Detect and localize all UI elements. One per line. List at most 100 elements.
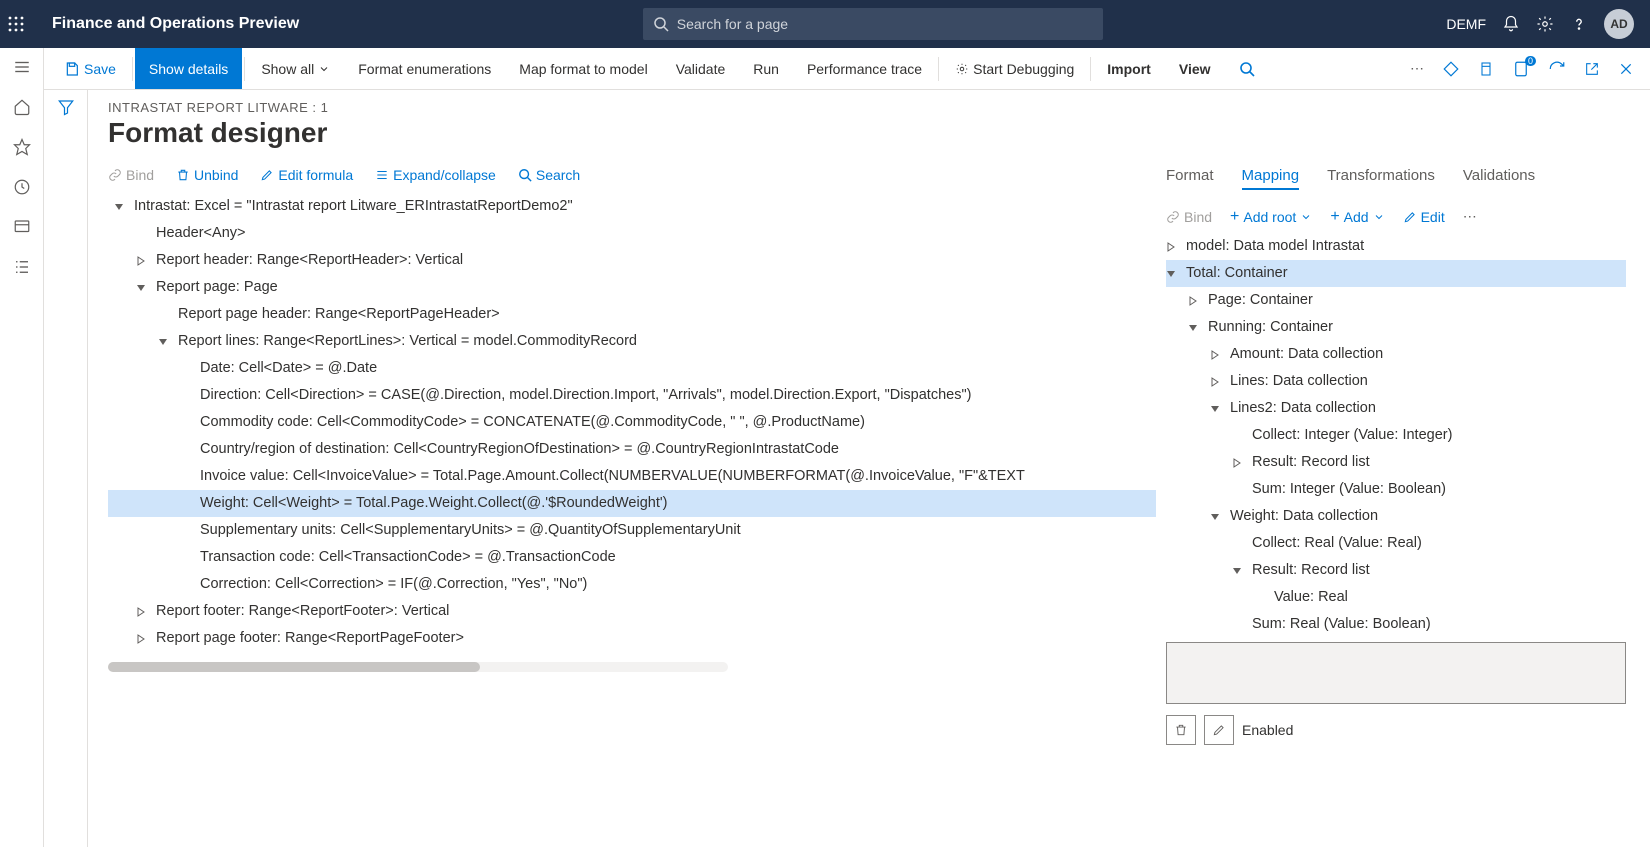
delete-button[interactable] bbox=[1166, 715, 1196, 745]
tree-row[interactable]: Country/region of destination: Cell<Coun… bbox=[108, 436, 1156, 463]
validate-button[interactable]: Validate bbox=[662, 48, 740, 89]
caret-right-icon[interactable] bbox=[136, 256, 152, 266]
diamond-icon[interactable] bbox=[1442, 60, 1460, 78]
avatar[interactable]: AD bbox=[1604, 9, 1634, 39]
hamburger-icon[interactable] bbox=[13, 58, 31, 76]
show-details-button[interactable]: Show details bbox=[135, 48, 242, 89]
tree-row[interactable]: Supplementary units: Cell<SupplementaryU… bbox=[108, 517, 1156, 544]
caret-down-icon[interactable] bbox=[136, 283, 152, 293]
tree-row[interactable]: Report page header: Range<ReportPageHead… bbox=[108, 301, 1156, 328]
tree-row[interactable]: Page: Container bbox=[1166, 287, 1626, 314]
close-icon[interactable] bbox=[1618, 61, 1634, 77]
caret-right-icon[interactable] bbox=[1232, 458, 1248, 468]
workspace-icon[interactable] bbox=[13, 218, 31, 236]
formula-textarea[interactable] bbox=[1166, 642, 1626, 704]
tree-row[interactable]: Intrastat: Excel = "Intrastat report Lit… bbox=[108, 193, 1156, 220]
gear-icon[interactable] bbox=[1536, 15, 1554, 33]
attach-icon[interactable]: 0 bbox=[1512, 60, 1530, 78]
tree-row[interactable]: Collect: Integer (Value: Integer) bbox=[1166, 422, 1626, 449]
tree-row[interactable]: Report footer: Range<ReportFooter>: Vert… bbox=[108, 598, 1156, 625]
caret-right-icon[interactable] bbox=[136, 607, 152, 617]
mapping-tree[interactable]: model: Data model IntrastatTotal: Contai… bbox=[1166, 233, 1626, 638]
star-icon[interactable] bbox=[13, 138, 31, 156]
clock-icon[interactable] bbox=[13, 178, 31, 196]
tree-search-button[interactable]: Search bbox=[518, 167, 580, 183]
tree-row[interactable]: Report lines: Range<ReportLines>: Vertic… bbox=[108, 328, 1156, 355]
tree-row[interactable]: Collect: Real (Value: Real) bbox=[1166, 530, 1626, 557]
tab-validations[interactable]: Validations bbox=[1463, 163, 1535, 190]
tab-mapping[interactable]: Mapping bbox=[1242, 163, 1300, 190]
edit-prop-button[interactable] bbox=[1204, 715, 1234, 745]
bind-button[interactable]: Bind bbox=[108, 167, 154, 183]
tree-row[interactable]: model: Data model Intrastat bbox=[1166, 233, 1626, 260]
caret-right-icon[interactable] bbox=[1210, 350, 1226, 360]
refresh-icon[interactable] bbox=[1548, 60, 1566, 78]
help-icon[interactable] bbox=[1570, 15, 1588, 33]
tree-row[interactable]: Report page: Page bbox=[108, 274, 1156, 301]
edit-button[interactable]: Edit bbox=[1403, 209, 1445, 225]
more-icon[interactable]: ⋯ bbox=[1410, 60, 1424, 77]
tab-transformations[interactable]: Transformations bbox=[1327, 163, 1435, 190]
modules-icon[interactable] bbox=[13, 258, 31, 276]
office-icon[interactable] bbox=[1478, 60, 1494, 78]
tree-row[interactable]: Correction: Cell<Correction> = IF(@.Corr… bbox=[108, 571, 1156, 598]
caret-right-icon[interactable] bbox=[136, 634, 152, 644]
tree-row[interactable]: Report header: Range<ReportHeader>: Vert… bbox=[108, 247, 1156, 274]
horizontal-scrollbar[interactable] bbox=[108, 662, 728, 672]
bell-icon[interactable] bbox=[1502, 15, 1520, 33]
tree-row[interactable]: Commodity code: Cell<CommodityCode> = CO… bbox=[108, 409, 1156, 436]
tree-row[interactable]: Running: Container bbox=[1166, 314, 1626, 341]
add-root-button[interactable]: +Add root bbox=[1230, 209, 1312, 225]
map-format-button[interactable]: Map format to model bbox=[505, 48, 661, 89]
tree-row[interactable]: Lines: Data collection bbox=[1166, 368, 1626, 395]
perf-trace-button[interactable]: Performance trace bbox=[793, 48, 936, 89]
format-enum-button[interactable]: Format enumerations bbox=[344, 48, 505, 89]
caret-down-icon[interactable] bbox=[1232, 566, 1248, 576]
format-tree[interactable]: Intrastat: Excel = "Intrastat report Lit… bbox=[108, 193, 1156, 662]
tree-row[interactable]: Total: Container bbox=[1166, 260, 1626, 287]
import-button[interactable]: Import bbox=[1093, 48, 1165, 89]
popout-icon[interactable] bbox=[1584, 61, 1600, 77]
tree-row[interactable]: Transaction code: Cell<TransactionCode> … bbox=[108, 544, 1156, 571]
tree-row[interactable]: Result: Record list bbox=[1166, 449, 1626, 476]
tree-row[interactable]: Report page footer: Range<ReportPageFoot… bbox=[108, 625, 1156, 652]
tree-row[interactable]: Direction: Cell<Direction> = CASE(@.Dire… bbox=[108, 382, 1156, 409]
waffle-icon[interactable] bbox=[8, 16, 48, 32]
filter-icon[interactable] bbox=[57, 98, 75, 847]
show-all-button[interactable]: Show all bbox=[247, 48, 344, 89]
tree-row[interactable]: Value: Real bbox=[1166, 584, 1626, 611]
tree-row[interactable]: Sum: Integer (Value: Boolean) bbox=[1166, 476, 1626, 503]
tree-row[interactable]: Lines2: Data collection bbox=[1166, 395, 1626, 422]
add-button[interactable]: +Add bbox=[1330, 209, 1384, 225]
start-debug-button[interactable]: Start Debugging bbox=[941, 48, 1088, 89]
bind-button-r[interactable]: Bind bbox=[1166, 209, 1212, 225]
tree-row[interactable]: Sum: Real (Value: Boolean) bbox=[1166, 611, 1626, 638]
expand-collapse-button[interactable]: Expand/collapse bbox=[375, 167, 496, 183]
tree-row[interactable]: Header<Any> bbox=[108, 220, 1156, 247]
edit-formula-button[interactable]: Edit formula bbox=[260, 167, 353, 183]
run-button[interactable]: Run bbox=[739, 48, 793, 89]
caret-down-icon[interactable] bbox=[158, 337, 174, 347]
caret-down-icon[interactable] bbox=[1166, 269, 1182, 279]
unbind-button[interactable]: Unbind bbox=[176, 167, 238, 183]
caret-down-icon[interactable] bbox=[114, 202, 130, 212]
global-search[interactable] bbox=[643, 8, 1103, 40]
tree-row[interactable]: Result: Record list bbox=[1166, 557, 1626, 584]
more-button-r[interactable]: ⋯ bbox=[1463, 208, 1477, 225]
tree-row[interactable]: Weight: Cell<Weight> = Total.Page.Weight… bbox=[108, 490, 1156, 517]
view-button[interactable]: View bbox=[1165, 48, 1225, 89]
quick-search-button[interactable] bbox=[1225, 48, 1269, 89]
caret-right-icon[interactable] bbox=[1210, 377, 1226, 387]
caret-down-icon[interactable] bbox=[1210, 404, 1226, 414]
company-label[interactable]: DEMF bbox=[1446, 16, 1486, 32]
home-icon[interactable] bbox=[13, 98, 31, 116]
search-input[interactable] bbox=[677, 16, 1093, 32]
tab-format[interactable]: Format bbox=[1166, 163, 1214, 190]
caret-down-icon[interactable] bbox=[1210, 512, 1226, 522]
caret-right-icon[interactable] bbox=[1188, 296, 1204, 306]
tree-row[interactable]: Date: Cell<Date> = @.Date bbox=[108, 355, 1156, 382]
tree-row[interactable]: Amount: Data collection bbox=[1166, 341, 1626, 368]
tree-row[interactable]: Weight: Data collection bbox=[1166, 503, 1626, 530]
save-button[interactable]: Save bbox=[50, 48, 130, 89]
tree-row[interactable]: Invoice value: Cell<InvoiceValue> = Tota… bbox=[108, 463, 1156, 490]
